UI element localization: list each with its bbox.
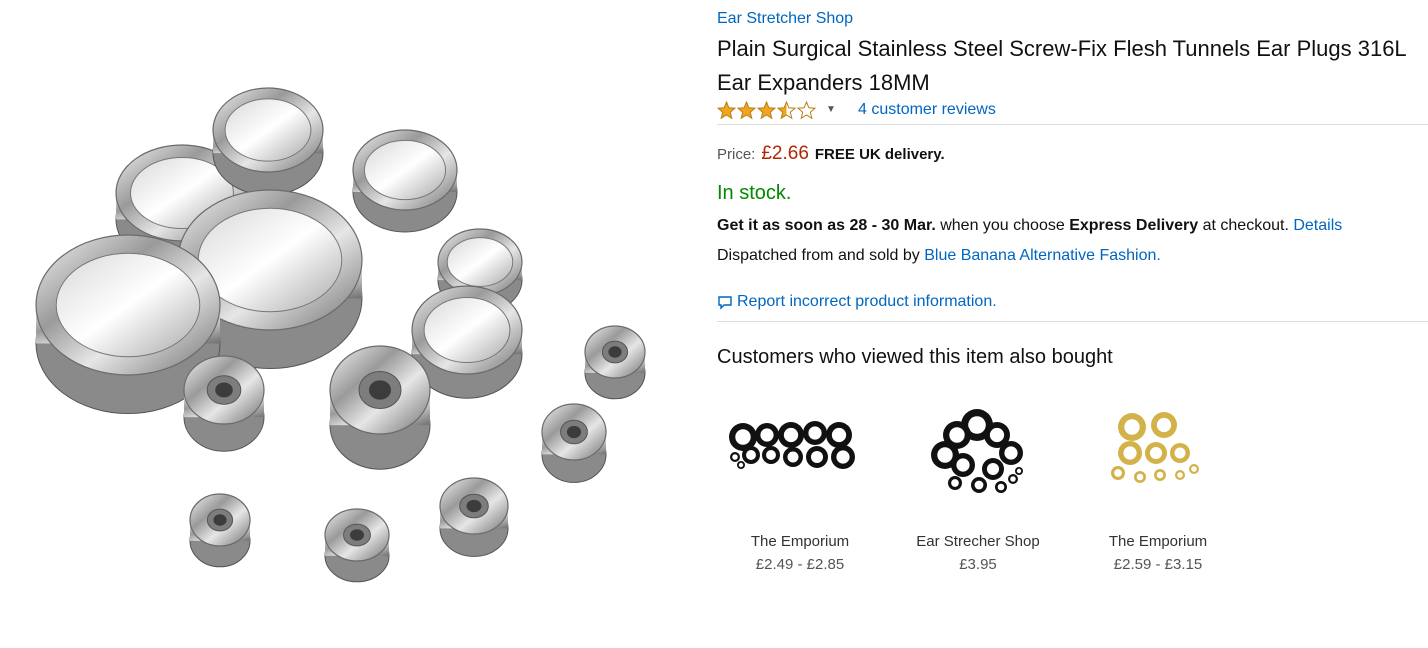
delivery-text: when you choose <box>935 217 1070 234</box>
thumbnail-ring-hole-shape <box>1124 419 1140 435</box>
details-link[interactable]: Details <box>1293 217 1342 234</box>
star-full-icon <box>757 100 776 119</box>
star-empty-icon <box>797 100 816 119</box>
also-bought-item[interactable]: The Emporium £2.59 - £3.15 <box>1073 395 1243 573</box>
product-thumbnail[interactable] <box>893 395 1063 515</box>
thumbnail-ring-hole-shape <box>951 479 959 487</box>
thumbnail-ring-hole-shape <box>783 427 799 443</box>
dispatch-info: Dispatched from and sold by Blue Banana … <box>717 247 1161 265</box>
ear-tunnel-shape <box>212 87 324 196</box>
also-bought-item[interactable]: Ear Strecher Shop £3.95 <box>893 395 1063 573</box>
thumbnail-ring-hole-shape <box>997 483 1005 491</box>
thumbnail-ring-hole-shape <box>1149 446 1163 460</box>
speech-bubble-icon <box>718 296 732 310</box>
thumbnail-ring-hole-shape <box>1123 446 1137 460</box>
price-value: £2.66 <box>761 143 809 164</box>
thumbnail-ring-hole-shape <box>810 450 824 464</box>
brand-link[interactable]: Ear Stretcher Shop <box>717 10 853 28</box>
chevron-down-icon[interactable]: ▼ <box>826 105 836 115</box>
item-seller[interactable]: Ear Strecher Shop <box>893 533 1063 550</box>
star-full-icon <box>737 100 756 119</box>
dispatch-period: . <box>1156 247 1161 264</box>
item-price: £3.95 <box>959 556 997 573</box>
thumbnail-ring-hole-shape <box>1156 471 1164 479</box>
thumbnail-ring-hole-shape <box>974 480 984 490</box>
thumbnail-ring-hole-shape <box>989 427 1005 443</box>
thumbnail-ring-hole-shape <box>956 458 970 472</box>
divider <box>717 124 1428 125</box>
ear-tunnel-shape <box>324 508 390 583</box>
report-info-link[interactable]: Report incorrect product information. <box>717 293 997 311</box>
thumbnail-ring-hole-shape <box>1114 469 1122 477</box>
free-delivery-label: FREE UK delivery. <box>814 146 945 163</box>
delivery-date: Get it as soon as 28 - 30 Mar. <box>717 217 936 234</box>
star-rating[interactable] <box>717 100 816 120</box>
thumbnail-ring-hole-shape <box>1156 417 1172 433</box>
thumbnail-ring-hole-shape <box>787 451 799 463</box>
divider <box>717 321 1428 322</box>
item-seller[interactable]: The Emporium <box>1073 533 1243 550</box>
thumbnail-ring-hole-shape <box>831 427 847 443</box>
thumbnail-ring-hole-shape <box>949 427 965 443</box>
thumbnail-ring-hole-shape <box>937 447 953 463</box>
thumbnail-ring-hole-shape <box>1016 468 1022 474</box>
ear-tunnel-shape <box>329 345 431 470</box>
product-main-image[interactable] <box>20 70 680 610</box>
thumbnail-ring-hole-shape <box>836 450 850 464</box>
rating-row: ▼ 4 customer reviews <box>717 99 996 121</box>
price-row: Price: £2.66 FREE UK delivery. <box>717 143 945 165</box>
flesh-tunnels-image <box>35 87 646 583</box>
price-label: Price: <box>717 146 756 163</box>
thumbnail-ring-hole-shape <box>766 450 776 460</box>
item-price: £2.59 - £3.15 <box>1113 556 1203 573</box>
ear-tunnel-shape <box>584 325 646 400</box>
product-thumbnail[interactable] <box>715 395 885 515</box>
also-bought-heading: Customers who viewed this item also boug… <box>717 346 1113 368</box>
express-delivery-label: Express Delivery <box>1069 217 1199 234</box>
thumbnail-ring-hole-shape <box>1177 472 1183 478</box>
customer-reviews-link[interactable]: 4 customer reviews <box>858 101 996 119</box>
thumbnail-ring-hole-shape <box>986 462 1000 476</box>
product-title: Plain Surgical Stainless Steel Screw-Fix… <box>717 36 1406 95</box>
thumbnail-ring-hole-shape <box>735 429 751 445</box>
thumbnail-ring-hole-shape <box>760 428 774 442</box>
thumbnail-ring-hole-shape <box>1174 447 1186 459</box>
also-bought-item[interactable]: The Emporium £2.49 - £2.85 <box>715 395 885 573</box>
delivery-info: Get it as soon as 28 - 30 Mar. when you … <box>717 217 1342 235</box>
item-seller[interactable]: The Emporium <box>715 533 885 550</box>
thumbnail-ring-hole-shape <box>1136 473 1144 481</box>
thumbnail-ring-hole-shape <box>746 450 756 460</box>
thumbnail-ring-hole-shape <box>1191 466 1197 472</box>
ear-tunnel-shape <box>189 493 251 568</box>
thumbnail-ring-hole-shape <box>1004 446 1018 460</box>
stock-status: In stock. <box>717 182 792 204</box>
ear-tunnel-shape <box>183 355 265 452</box>
report-link-label: Report incorrect product information. <box>737 293 997 310</box>
thumbnail-ring-hole-shape <box>732 454 738 460</box>
thumbnail-ring-hole-shape <box>738 462 744 468</box>
thumbnail-ring-hole-shape <box>808 426 822 440</box>
thumbnail-ring-hole-shape <box>1010 476 1016 482</box>
ear-tunnel-shape <box>352 129 458 233</box>
product-thumbnail[interactable] <box>1073 395 1243 515</box>
ear-tunnel-shape <box>439 477 509 557</box>
ear-tunnel-shape <box>541 403 607 483</box>
delivery-tail: at checkout. <box>1198 217 1294 234</box>
star-full-icon <box>717 100 736 119</box>
dispatch-text: Dispatched from and sold by <box>717 247 925 264</box>
seller-link[interactable]: Blue Banana Alternative Fashion <box>924 247 1156 264</box>
thumbnail-ring-hole-shape <box>968 416 986 434</box>
star-half-icon <box>777 100 796 119</box>
item-price: £2.49 - £2.85 <box>755 556 845 573</box>
